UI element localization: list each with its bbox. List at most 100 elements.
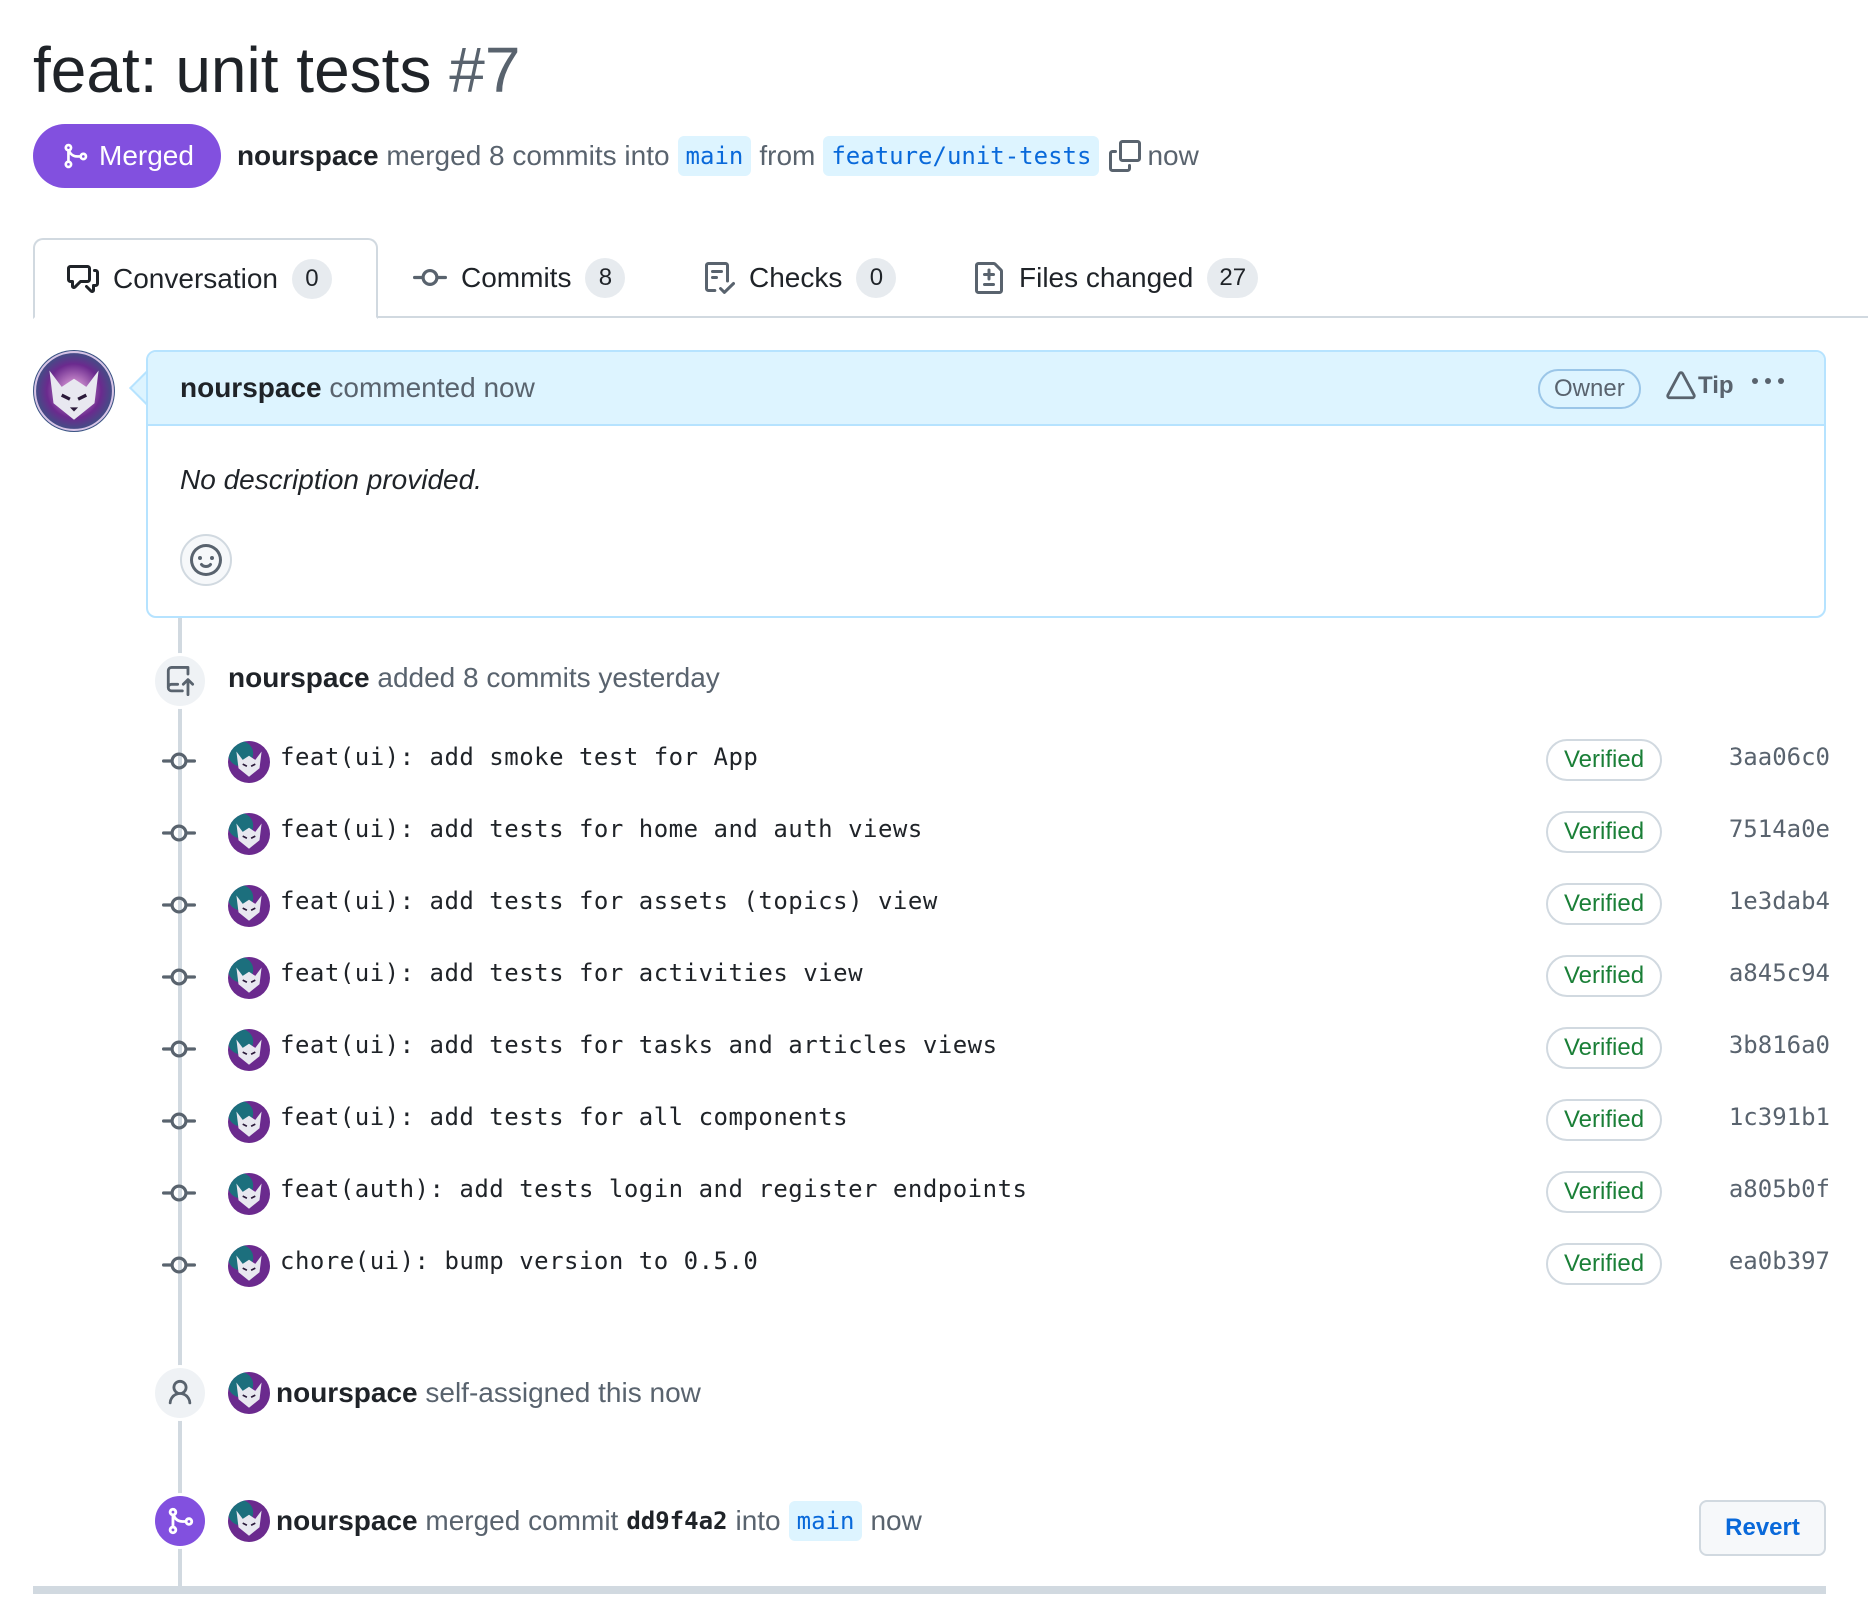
git-commit-icon [162, 1036, 196, 1067]
commit-row: feat(ui): add tests for tasks and articl… [150, 1019, 1830, 1079]
merged-status-badge: Merged [33, 124, 221, 188]
verified-badge[interactable]: Verified [1546, 811, 1663, 853]
tab-commits-count: 8 [585, 258, 626, 298]
commit-row: feat(ui): add tests for assets (topics) … [150, 875, 1830, 935]
self-assigned-avatar[interactable] [228, 1372, 270, 1414]
commit-author-avatar[interactable] [228, 741, 270, 783]
merged-time: now [870, 1505, 922, 1536]
verified-badge[interactable]: Verified [1546, 1027, 1663, 1069]
commit-message[interactable]: feat(ui): add tests for activities view [280, 959, 863, 987]
base-branch[interactable]: main [677, 136, 752, 176]
self-assigned-text: self-assigned this now [425, 1377, 701, 1408]
commit-author-avatar[interactable] [228, 1029, 270, 1071]
merged-event: nourspace merged commit dd9f4a2 into mai… [228, 1500, 922, 1542]
commit-sha[interactable]: 3b816a0 [1729, 1031, 1830, 1059]
commit-sha[interactable]: 7514a0e [1729, 815, 1830, 843]
git-merge-icon [168, 1507, 194, 1535]
commit-author-avatar[interactable] [228, 885, 270, 927]
repo-push-icon [166, 666, 195, 696]
timeline-end-bar [33, 1586, 1826, 1594]
verified-badge[interactable]: Verified [1546, 739, 1663, 781]
comment-body: No description provided. [180, 464, 482, 495]
commits-added-text: added 8 commits yesterday [377, 662, 720, 693]
copy-icon[interactable] [1109, 140, 1142, 172]
git-merge-icon [64, 143, 88, 169]
comment-author[interactable]: nourspace [180, 372, 322, 403]
add-reaction-button[interactable] [180, 534, 232, 586]
commit-message[interactable]: feat(ui): add smoke test for App [280, 743, 758, 771]
verified-badge[interactable]: Verified [1546, 1099, 1663, 1141]
commit-sha[interactable]: 1e3dab4 [1729, 887, 1830, 915]
merge-summary: nourspace merged 8 commits into main fro… [237, 136, 1199, 176]
git-commit-icon [162, 1108, 196, 1139]
commit-message[interactable]: feat(auth): add tests login and register… [280, 1175, 1027, 1203]
commit-message[interactable]: chore(ui): bump version to 0.5.0 [280, 1247, 758, 1275]
tip-button[interactable]: Tip [1666, 371, 1734, 401]
head-branch[interactable]: feature/unit-tests [823, 136, 1100, 176]
author-link[interactable]: nourspace [237, 140, 379, 172]
tab-checks-count: 0 [856, 258, 897, 298]
kebab-menu-icon[interactable] [1752, 378, 1784, 384]
merge-commit-sha[interactable]: dd9f4a2 [626, 1507, 727, 1535]
pr-status-row: Merged nourspace merged 8 commits into m… [33, 124, 1199, 188]
tab-conversation-count: 0 [291, 258, 332, 299]
comment-author-line: nourspace commented now [180, 372, 535, 404]
pr-title: feat: unit tests #7 [33, 32, 520, 108]
commit-message[interactable]: feat(ui): add tests for home and auth vi… [280, 815, 923, 843]
git-commit-icon [162, 820, 196, 851]
commit-message[interactable]: feat(ui): add tests for tasks and articl… [280, 1031, 998, 1059]
from-text: from [759, 140, 816, 171]
tab-files-changed-count: 27 [1207, 258, 1259, 298]
commit-message[interactable]: feat(ui): add tests for assets (topics) … [280, 887, 938, 915]
commit-row: feat(ui): add tests for home and auth vi… [150, 803, 1830, 863]
commit-row: feat(ui): add tests for all components Ve… [150, 1091, 1830, 1151]
commit-sha[interactable]: a845c94 [1729, 959, 1830, 987]
pr-number: #7 [449, 34, 521, 106]
verified-badge[interactable]: Verified [1546, 883, 1663, 925]
comment-action: commented now [329, 372, 535, 403]
pr-title-text: feat: unit tests [33, 34, 432, 106]
tab-commits[interactable]: Commits 8 [413, 238, 626, 318]
checklist-icon [705, 262, 735, 294]
commits-added-author[interactable]: nourspace [228, 662, 370, 694]
verified-badge[interactable]: Verified [1546, 1171, 1663, 1213]
tab-conversation[interactable]: Conversation 0 [33, 238, 378, 319]
verified-badge[interactable]: Verified [1546, 955, 1663, 997]
commit-row: feat(ui): add smoke test for App Verified… [150, 731, 1830, 791]
commit-sha[interactable]: 1c391b1 [1729, 1103, 1830, 1131]
tip-label: Tip [1698, 372, 1734, 399]
commit-sha[interactable]: ea0b397 [1729, 1247, 1830, 1275]
commit-sha[interactable]: a805b0f [1729, 1175, 1830, 1203]
merge-time: now [1147, 140, 1199, 171]
author-avatar[interactable] [33, 350, 115, 432]
commit-message[interactable]: feat(ui): add tests for all components [280, 1103, 848, 1131]
tab-files-changed[interactable]: Files changed 27 [973, 238, 1259, 318]
merged-base-branch[interactable]: main [788, 1501, 863, 1541]
merged-into-text: into [735, 1505, 781, 1536]
tab-files-changed-label: Files changed [1019, 262, 1194, 293]
commit-author-avatar[interactable] [228, 957, 270, 999]
revert-button[interactable]: Revert [1699, 1500, 1826, 1556]
tab-checks[interactable]: Checks 0 [703, 238, 897, 318]
git-commit-icon [162, 892, 196, 923]
verified-badge[interactable]: Verified [1546, 1243, 1663, 1285]
file-diff-icon [975, 262, 1003, 294]
self-assigned-event: nourspace self-assigned this now [228, 1372, 701, 1414]
commit-author-avatar[interactable] [228, 1101, 270, 1143]
tab-checks-label: Checks [749, 262, 843, 293]
merged-badge [152, 1493, 208, 1549]
merged-text: merged commit [425, 1505, 619, 1536]
git-commit-icon [162, 964, 196, 995]
self-assigned-author[interactable]: nourspace [276, 1377, 418, 1409]
repo-push-badge [152, 653, 208, 709]
commit-sha[interactable]: 3aa06c0 [1729, 743, 1830, 771]
comment-discussion-icon [67, 264, 99, 293]
git-commit-icon [162, 1252, 196, 1283]
pr-tabs: Conversation 0 Commits 8 Checks 0 Files … [33, 238, 1868, 319]
commit-author-avatar[interactable] [228, 1173, 270, 1215]
commit-author-avatar[interactable] [228, 1245, 270, 1287]
commit-author-avatar[interactable] [228, 813, 270, 855]
merged-author[interactable]: nourspace [276, 1505, 418, 1537]
smiley-icon [190, 544, 222, 576]
merged-avatar[interactable] [228, 1500, 270, 1542]
